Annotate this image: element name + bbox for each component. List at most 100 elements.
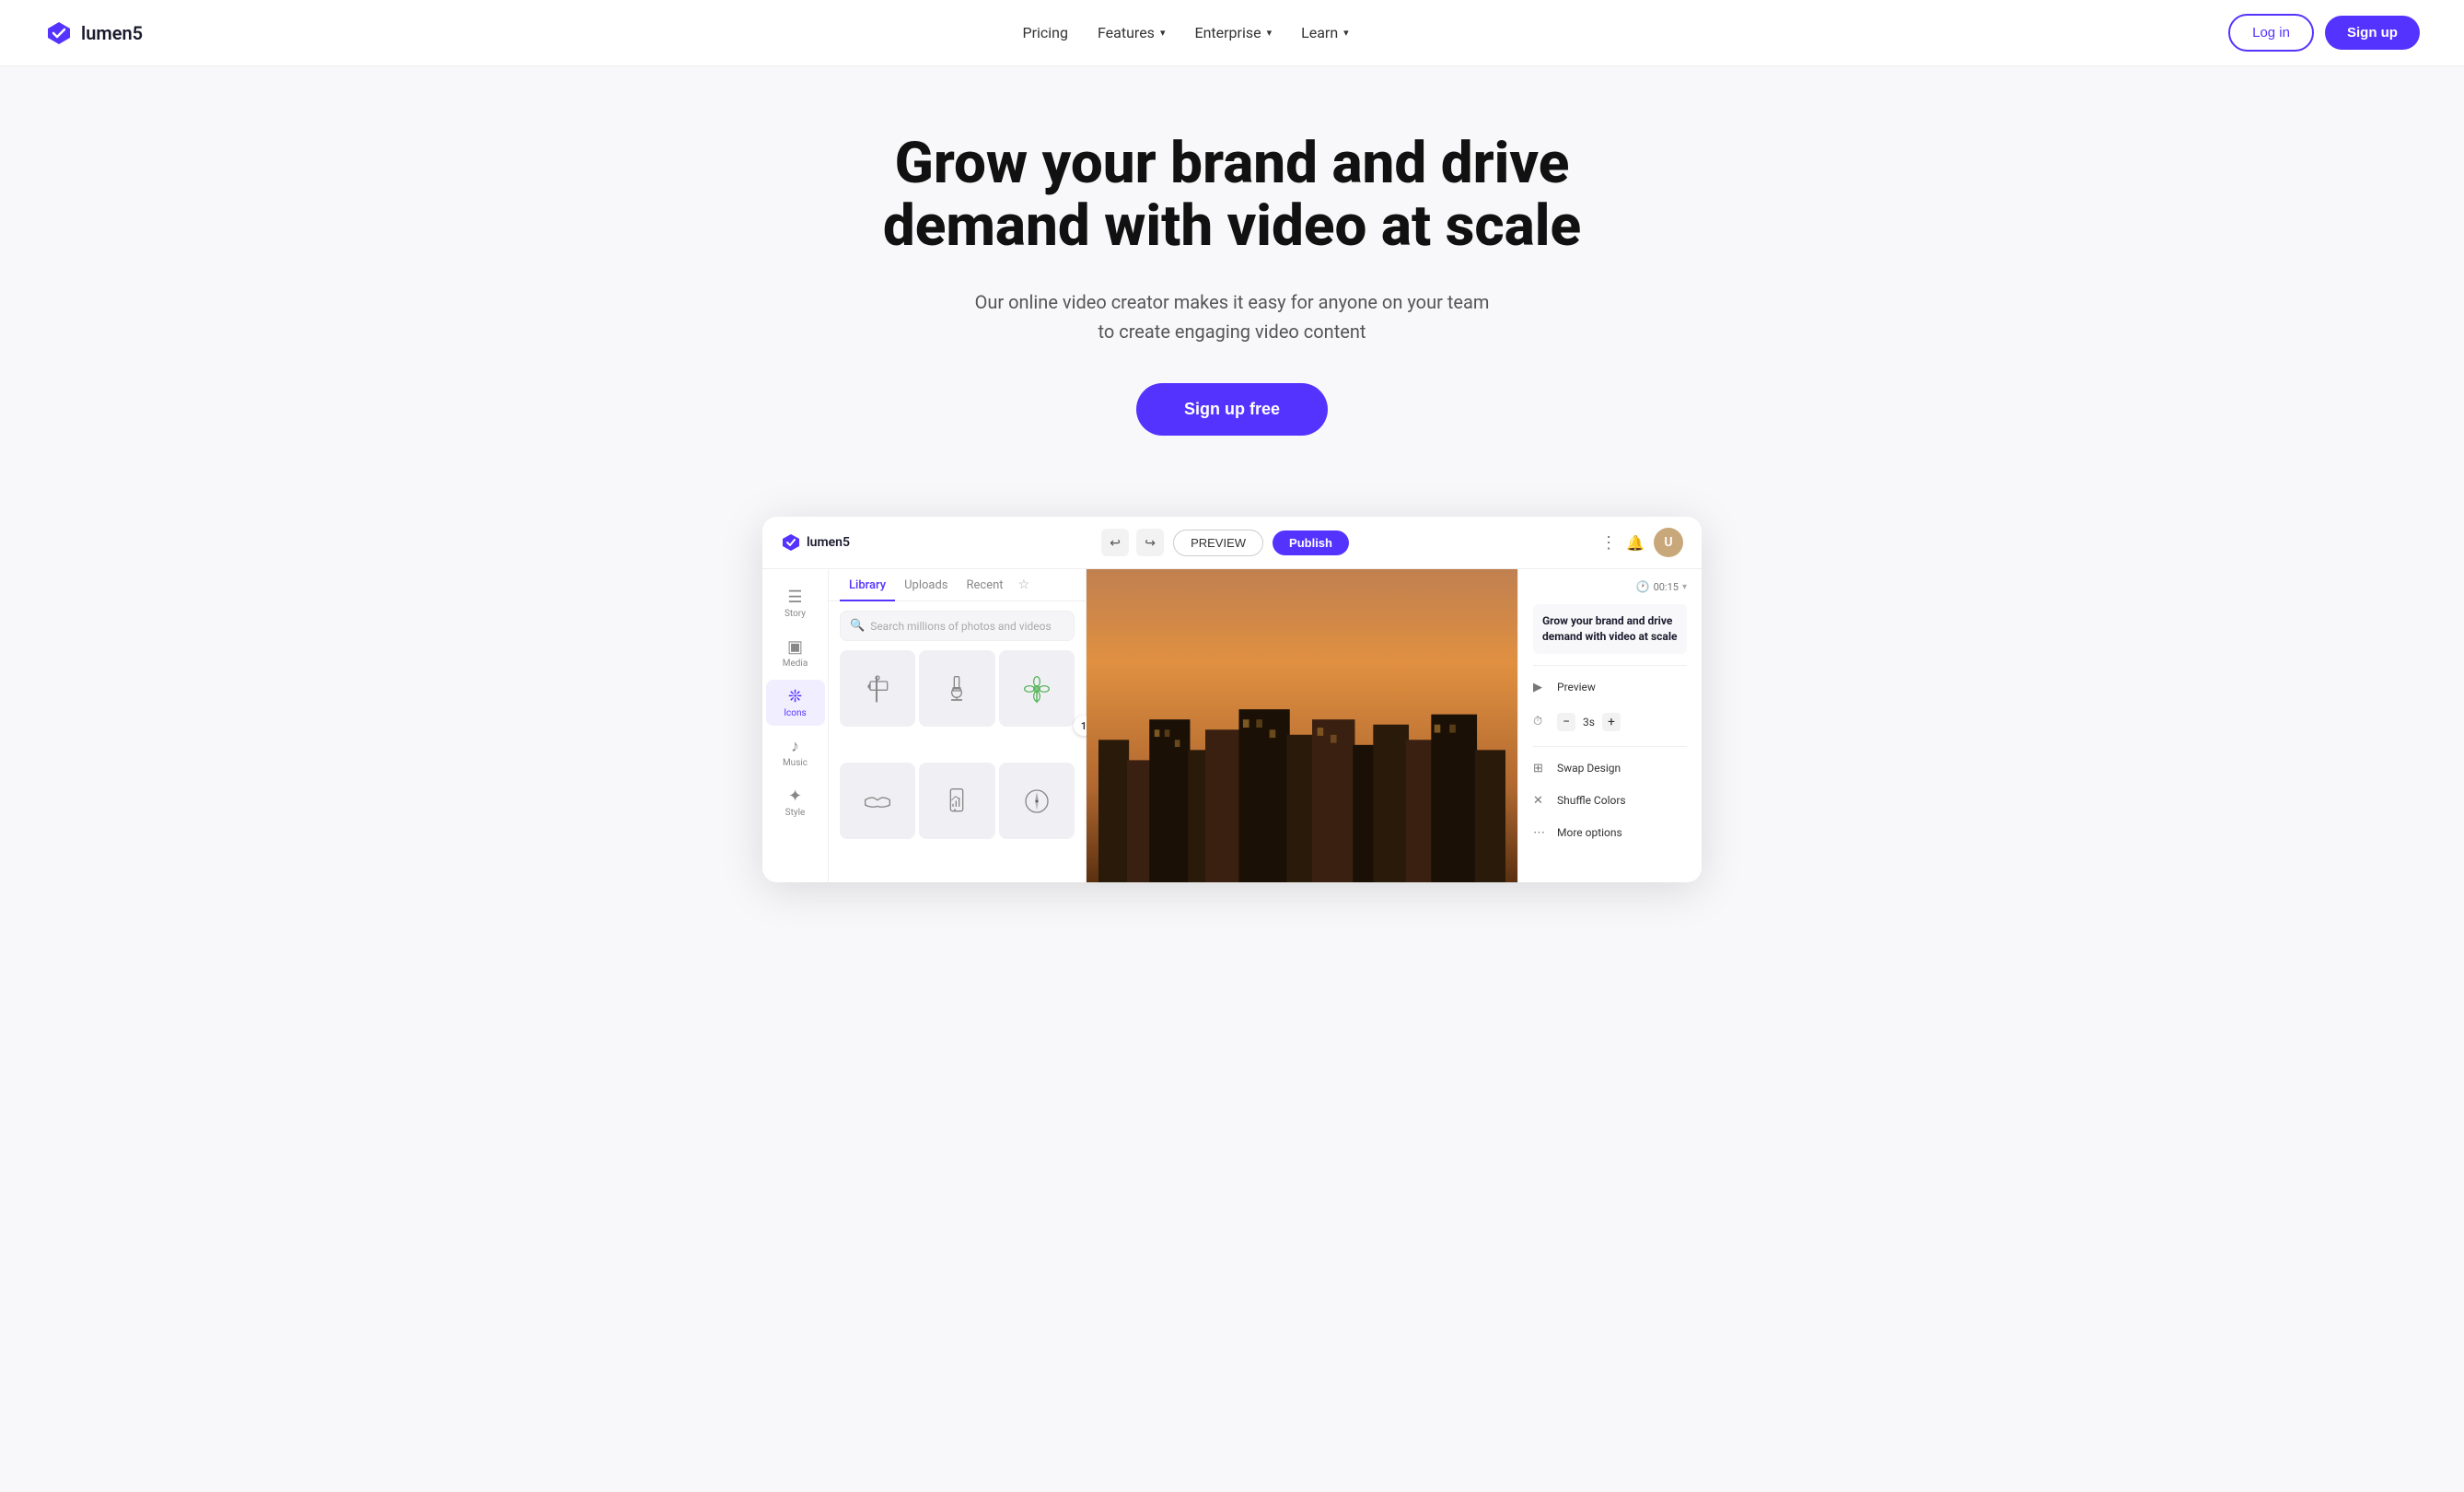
media-tabs: Library Uploads Recent ☆ [829, 569, 1086, 601]
divider-2 [1533, 746, 1687, 747]
nav-links: Pricing Features ▾ Enterprise ▾ Learn ▾ [1023, 24, 1349, 41]
publish-button[interactable]: Publish [1273, 530, 1349, 555]
icon-handshake [859, 783, 896, 820]
story-icon: ☰ [787, 588, 802, 607]
learn-chevron-icon: ▾ [1343, 27, 1349, 39]
nav-enterprise[interactable]: Enterprise ▾ [1194, 24, 1272, 41]
sidebar-item-style[interactable]: ✦ Style [766, 779, 825, 825]
features-chevron-icon: ▾ [1160, 27, 1166, 39]
music-icon: ♪ [791, 737, 799, 756]
app-sidebar: ☰ Story ▣ Media ❊ Icons ♪ Music ✦ Styl [762, 569, 829, 882]
time-value: 00:15 [1654, 581, 1679, 593]
icon-chart-phone [938, 783, 975, 820]
app-logo: lumen5 [781, 532, 850, 553]
nav-actions: Log in Sign up [2228, 14, 2420, 52]
logo-icon [44, 18, 74, 48]
swap-design-icon: ⊞ [1533, 762, 1550, 775]
divider-1 [1533, 665, 1687, 666]
duration-plus-button[interactable]: + [1602, 713, 1621, 731]
nav-features[interactable]: Features ▾ [1098, 24, 1165, 41]
undo-redo-group: ↩ ↪ [1101, 529, 1164, 556]
media-cell-1[interactable] [840, 650, 915, 726]
sidebar-item-media[interactable]: ▣ Media [766, 630, 825, 676]
action-swap-design[interactable]: ⊞ Swap Design [1533, 758, 1687, 779]
shuffle-icon: ✕ [1533, 794, 1550, 808]
logo[interactable]: lumen5 [44, 18, 143, 48]
icon-grid [829, 650, 1086, 882]
media-icon: ▣ [787, 637, 803, 657]
sidebar-item-icons[interactable]: ❊ Icons [766, 680, 825, 726]
city-skyline [1087, 679, 1517, 882]
undo-button[interactable]: ↩ [1101, 529, 1129, 556]
signup-free-button[interactable]: Sign up free [1136, 383, 1328, 436]
sidebar-label-style: Style [785, 808, 806, 818]
logo-text: lumen5 [81, 22, 143, 44]
media-cell-3[interactable] [999, 650, 1075, 726]
nav-pricing[interactable]: Pricing [1023, 24, 1069, 41]
canvas-area: 1 [1087, 569, 1517, 882]
video-thumbnail [1087, 569, 1517, 882]
app-topbar-right: ⋮ 🔔 U [1600, 528, 1683, 557]
media-search-bar[interactable]: 🔍 Search millions of photos and videos [840, 611, 1075, 641]
sidebar-label-icons: Icons [784, 708, 806, 718]
play-icon: ▶ [1533, 681, 1550, 694]
icon-microscope [938, 670, 975, 707]
avatar: U [1654, 528, 1683, 557]
tab-recent[interactable]: Recent [958, 569, 1013, 601]
sidebar-label-media: Media [783, 659, 808, 669]
sidebar-label-music: Music [783, 758, 808, 768]
app-topbar: lumen5 ↩ ↪ PREVIEW Publish ⋮ 🔔 U [762, 517, 1702, 569]
action-duration[interactable]: ⏱ − 3s + [1533, 709, 1687, 735]
bell-icon[interactable]: 🔔 [1626, 534, 1645, 552]
action-preview[interactable]: ▶ Preview [1533, 677, 1687, 698]
sidebar-item-story[interactable]: ☰ Story [766, 580, 825, 626]
more-options-dots-icon: ⋯ [1533, 826, 1550, 840]
action-shuffle-colors[interactable]: ✕ Shuffle Colors [1533, 790, 1687, 811]
timer-icon: ⏱ [1533, 715, 1550, 729]
action-swap-label: Swap Design [1557, 762, 1621, 775]
sidebar-label-story: Story [785, 609, 806, 619]
duration-minus-button[interactable]: − [1557, 713, 1575, 731]
preview-button[interactable]: PREVIEW [1173, 530, 1263, 556]
icon-flower [1018, 670, 1055, 707]
app-body: ☰ Story ▣ Media ❊ Icons ♪ Music ✦ Styl [762, 569, 1702, 882]
action-more-label: More options [1557, 826, 1622, 839]
search-icon: 🔍 [850, 619, 865, 633]
duration-value: 3s [1583, 716, 1595, 729]
enterprise-chevron-icon: ▾ [1267, 27, 1273, 39]
hero-title: Grow your brand and drive demand with vi… [864, 133, 1600, 258]
login-button[interactable]: Log in [2228, 14, 2314, 52]
nav-learn[interactable]: Learn ▾ [1301, 24, 1349, 41]
action-shuffle-label: Shuffle Colors [1557, 794, 1626, 807]
style-icon: ✦ [788, 787, 802, 806]
signup-button[interactable]: Sign up [2325, 16, 2420, 50]
more-options-icon[interactable]: ⋮ [1600, 533, 1617, 553]
redo-button[interactable]: ↪ [1136, 529, 1164, 556]
action-preview-label: Preview [1557, 681, 1596, 694]
sidebar-item-music[interactable]: ♪ Music [766, 729, 825, 775]
icons-icon: ❊ [788, 687, 802, 706]
app-logo-text: lumen5 [807, 535, 850, 550]
action-more-options[interactable]: ⋯ More options [1533, 822, 1687, 844]
icon-signpost [859, 670, 896, 707]
slide-text-preview: Grow your brand and drive demand with vi… [1533, 604, 1687, 654]
app-logo-icon [781, 532, 801, 553]
search-placeholder-text: Search millions of photos and videos [870, 620, 1051, 633]
app-preview: lumen5 ↩ ↪ PREVIEW Publish ⋮ 🔔 U ☰ [726, 517, 1738, 882]
icon-compass [1018, 783, 1055, 820]
right-panel: 🕐 00:15 ▾ Grow your brand and drive dema… [1517, 569, 1702, 882]
tab-library[interactable]: Library [840, 569, 895, 601]
hero-section: Grow your brand and drive demand with vi… [0, 66, 2464, 472]
favorite-star-icon[interactable]: ☆ [1018, 577, 1030, 592]
media-cell-4[interactable] [840, 763, 915, 838]
time-badge: 🕐 00:15 ▾ [1533, 580, 1687, 593]
media-cell-5[interactable] [919, 763, 994, 838]
tab-uploads[interactable]: Uploads [895, 569, 957, 601]
media-cell-6[interactable] [999, 763, 1075, 838]
navbar: lumen5 Pricing Features ▾ Enterprise ▾ L… [0, 0, 2464, 66]
clock-icon: 🕐 [1636, 580, 1650, 593]
media-panel: Library Uploads Recent ☆ 🔍 Search millio… [829, 569, 1087, 882]
time-chevron-icon: ▾ [1682, 582, 1687, 592]
app-topbar-actions: ↩ ↪ PREVIEW Publish [1101, 529, 1349, 556]
media-cell-2[interactable] [919, 650, 994, 726]
